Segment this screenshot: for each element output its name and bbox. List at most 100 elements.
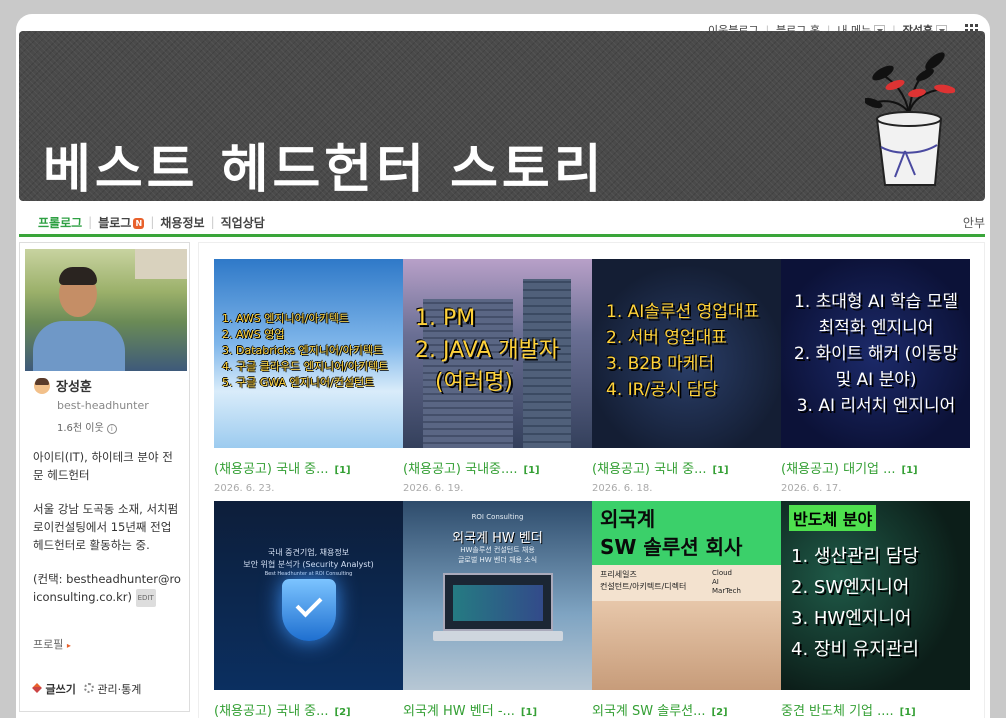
post-thumbnail[interactable]: 1. 초대형 AI 학습 모델 최적화 엔지니어 2. 화이트 해커 (이동망 … bbox=[781, 259, 970, 448]
thumbnail-line: 외국계 HW 벤더 bbox=[452, 531, 543, 546]
comment-count: [2] bbox=[711, 707, 728, 718]
thumbnail-line: HW솔루션 컨설턴트 채용 bbox=[460, 546, 535, 554]
post-title-text: (채용공고) 대기업 ... bbox=[781, 462, 896, 477]
post-date: 2026. 6. 23. bbox=[214, 483, 275, 494]
nav-prologue[interactable]: 프롤로그 bbox=[38, 214, 82, 231]
write-button[interactable]: 글쓰기 bbox=[32, 681, 76, 697]
thumbnail-line: 5. 구글 GWA 엔지니어/컨설턴트 bbox=[222, 376, 375, 389]
post-card[interactable]: 1. 초대형 AI 학습 모델 최적화 엔지니어 2. 화이트 해커 (이동망 … bbox=[781, 259, 970, 494]
followers-text: 1.6천 이웃 bbox=[57, 423, 104, 434]
post-thumbnail[interactable]: ROI Consulting 외국계 HW 벤더 HW솔루션 컨설턴트 채용 글… bbox=[403, 501, 592, 690]
blog-title[interactable]: 베스트 헤드헌터 스토리 bbox=[43, 127, 606, 201]
thumbnail-line: 글로벌 HW 벤더 채용 소식 bbox=[457, 556, 538, 564]
post-card[interactable]: 1. AI솔루션 영업대표 2. 서버 영업대표 3. B2B 마케터 4. I… bbox=[592, 259, 781, 494]
post-title[interactable]: 외국계 SW 솔루션... [2] bbox=[592, 700, 781, 718]
thumbnail-line: MarTech bbox=[712, 587, 741, 595]
comment-count: [1] bbox=[520, 707, 538, 718]
comment-count: [1] bbox=[334, 465, 351, 476]
post-title-text: (채용공고) 국내 중... bbox=[214, 462, 329, 477]
nav-career-consulting[interactable]: 직업상담 bbox=[221, 214, 265, 231]
post-thumbnail[interactable]: 1. PM 2. JAVA 개발자 (여러명) bbox=[403, 259, 592, 448]
thumbnail-line: 4. IR/공시 담당 bbox=[606, 380, 719, 400]
post-card[interactable]: 1. PM 2. JAVA 개발자 (여러명) (채용공고) 국내중.... [… bbox=[403, 259, 592, 494]
divider: | bbox=[150, 215, 155, 229]
manage-button[interactable]: 관리·통계 bbox=[83, 681, 141, 697]
thumbnail-line: 1. 초대형 AI 학습 모델 bbox=[794, 292, 958, 312]
thumbnail-line: 1. AWS 엔지니어/아키텍트 bbox=[222, 312, 349, 325]
thumbnail-text: 외국계 SW 솔루션 회사 bbox=[600, 505, 742, 561]
bio-contact: (컨택: bestheadhunter@roiconsulting.co.kr)… bbox=[33, 570, 183, 607]
chevron-right-icon: ▸ bbox=[66, 641, 71, 650]
post-thumbnail[interactable]: 외국계 SW 솔루션 회사 프리세일즈 컨설턴트/아키텍트/디렉터 Cloud … bbox=[592, 501, 781, 690]
thumbnail-line: 2. 화이트 해커 (이동망 bbox=[793, 344, 959, 364]
post-title[interactable]: (채용공고) 국내 중... [2] bbox=[214, 700, 403, 718]
post-card[interactable]: 국내 중견기업, 채용정보 보안 위협 분석가 (Security Analys… bbox=[214, 501, 403, 718]
post-title[interactable]: (채용공고) 국내중.... [1] bbox=[403, 458, 592, 477]
post-card[interactable]: 반도체 분야 1. 생산관리 담당 2. SW엔지니어 3. HW엔지니어 4.… bbox=[781, 501, 970, 718]
nav-jobs[interactable]: 채용정보 bbox=[160, 214, 204, 231]
thumbnail-line: 2. AWS 영업 bbox=[222, 328, 285, 341]
thumbnail-line: 3. HW엔지니어 bbox=[791, 608, 912, 629]
thumbnail-line: 1. 생산관리 담당 bbox=[791, 546, 919, 567]
nav-blog[interactable]: 블로그 N bbox=[98, 214, 145, 231]
post-title-text: 외국계 HW 벤더 -... bbox=[403, 704, 515, 718]
thumbnail-line: 4. 장비 유지관리 bbox=[791, 639, 919, 660]
nav-guestbook[interactable]: 안부 bbox=[963, 214, 985, 231]
thumbnail-text: 1. PM 2. JAVA 개발자 (여러명) bbox=[415, 303, 559, 399]
post-date: 2026. 6. 18. bbox=[592, 483, 653, 494]
thumbnail-text: 프리세일즈 컨설턴트/아키텍트/디렉터 bbox=[600, 569, 686, 593]
profile-sidebar: 장성훈 best-headhunter 1.6천 이웃 i 아이티(IT), 하… bbox=[19, 242, 190, 712]
comment-count: [2] bbox=[334, 707, 351, 718]
profile-link[interactable]: 프로필 ▸ bbox=[33, 636, 71, 652]
avatar bbox=[34, 377, 50, 394]
post-title-text: 중견 반도체 기업 .... bbox=[781, 704, 894, 718]
thumbnail-line: ROI Consulting bbox=[471, 513, 524, 521]
edit-tag[interactable]: EDIT bbox=[135, 588, 156, 607]
post-card[interactable]: 1. AWS 엔지니어/아키텍트 2. AWS 영업 3. Databricks… bbox=[214, 259, 403, 494]
post-title[interactable]: (채용공고) 국내 중... [1] bbox=[214, 458, 403, 477]
thumbnail-line: 최적화 엔지니어 bbox=[818, 318, 934, 338]
post-thumbnail[interactable]: 반도체 분야 1. 생산관리 담당 2. SW엔지니어 3. HW엔지니어 4.… bbox=[781, 501, 970, 690]
comment-count: [1] bbox=[901, 465, 918, 476]
post-title-text: (채용공고) 국내 중... bbox=[592, 462, 707, 477]
followers-count[interactable]: 1.6천 이웃 i bbox=[57, 419, 117, 434]
write-label: 글쓰기 bbox=[45, 683, 76, 696]
nav-blog-label: 블로그 bbox=[98, 215, 132, 230]
post-thumbnail[interactable]: 1. AWS 엔지니어/아키텍트 2. AWS 영업 3. Databricks… bbox=[214, 259, 403, 448]
post-thumbnail[interactable]: 국내 중견기업, 채용정보 보안 위협 분석가 (Security Analys… bbox=[214, 501, 403, 690]
post-date: 2026. 6. 19. bbox=[403, 483, 464, 494]
new-badge: N bbox=[133, 217, 145, 229]
thumbnail-line: 3. AI 리서치 엔지니어 bbox=[796, 396, 956, 416]
profile-name-text: 장성훈 bbox=[56, 380, 92, 395]
post-date: 2026. 6. 17. bbox=[781, 483, 842, 494]
thumbnail-line: 및 AI 분야) bbox=[835, 370, 917, 390]
post-thumbnail[interactable]: 1. AI솔루션 영업대표 2. 서버 영업대표 3. B2B 마케터 4. I… bbox=[592, 259, 781, 448]
post-card[interactable]: ROI Consulting 외국계 HW 벤더 HW솔루션 컨설턴트 채용 글… bbox=[403, 501, 592, 718]
thumbnail-photo bbox=[592, 601, 781, 690]
thumbnail-line: AI bbox=[712, 578, 719, 586]
thumbnail-line: 프리세일즈 bbox=[600, 570, 637, 579]
thumbnail-text: 1. AI솔루션 영업대표 2. 서버 영업대표 3. B2B 마케터 4. I… bbox=[606, 299, 759, 403]
post-title-text: 외국계 SW 솔루션... bbox=[592, 704, 706, 718]
post-title[interactable]: 중견 반도체 기업 .... [1] bbox=[781, 700, 970, 718]
laptop-base bbox=[433, 631, 563, 641]
laptop-icon bbox=[443, 573, 553, 631]
thumbnail-text: 1. AWS 엔지니어/아키텍트 2. AWS 영업 3. Databricks… bbox=[222, 311, 388, 391]
thumbnail-line: SW 솔루션 회사 bbox=[600, 535, 743, 559]
shield-icon bbox=[282, 579, 336, 641]
post-title[interactable]: (채용공고) 국내 중... [1] bbox=[592, 458, 781, 477]
blog-banner: 베스트 헤드헌터 스토리 bbox=[19, 31, 985, 201]
profile-link-label: 프로필 bbox=[33, 638, 64, 651]
info-icon[interactable]: i bbox=[106, 424, 117, 434]
profile-name[interactable]: 장성훈 bbox=[34, 376, 92, 395]
thumbnail-line: 3. Databricks 엔지니어/아키텍트 bbox=[222, 344, 384, 357]
bio-line: 서울 강남 도곡동 소재, 서치펌 로이컨설팅에서 15년째 전업 헤드헌터로 … bbox=[33, 502, 179, 552]
sidebar-actions: 글쓰기 관리·통계 bbox=[32, 681, 141, 697]
profile-photo[interactable] bbox=[25, 249, 187, 371]
post-title[interactable]: 외국계 HW 벤더 -... [1] bbox=[403, 700, 592, 718]
post-title[interactable]: (채용공고) 대기업 ... [1] bbox=[781, 458, 970, 477]
bio-contact-text: (컨택: bestheadhunter@roiconsulting.co.kr) bbox=[33, 572, 181, 604]
thumbnail-line: 1. AI솔루션 영업대표 bbox=[606, 302, 760, 322]
thumbnail-line: 4. 구글 클라우드 엔지니어/아키텍트 bbox=[222, 360, 389, 373]
post-card[interactable]: 외국계 SW 솔루션 회사 프리세일즈 컨설턴트/아키텍트/디렉터 Cloud … bbox=[592, 501, 781, 718]
